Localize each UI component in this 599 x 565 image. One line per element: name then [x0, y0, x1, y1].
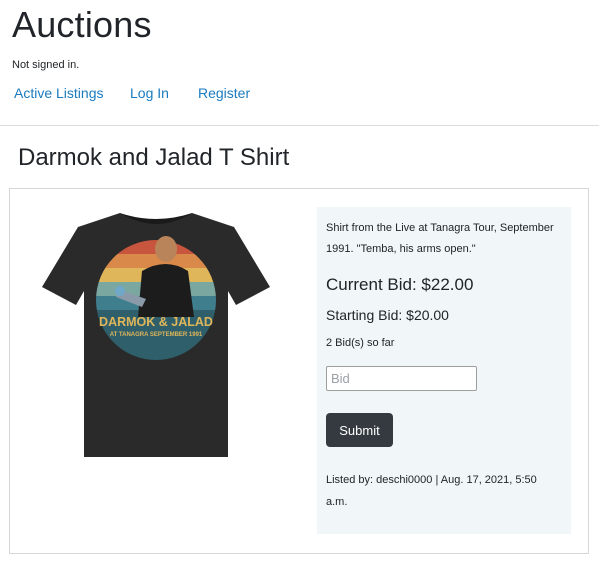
bid-count: 2 Bid(s) so far [326, 337, 395, 349]
bid-panel: Shirt from the Live at Tanagra Tour, Sep… [317, 207, 571, 534]
listing-title: Darmok and Jalad T Shirt [18, 144, 290, 171]
graphic-title: DARMOK & JALAD [99, 315, 213, 329]
bid-input[interactable] [326, 366, 477, 391]
current-bid: Current Bid: $22.00 [326, 275, 474, 294]
submit-bid-button[interactable]: Submit [326, 413, 393, 447]
graphic-subtitle: AT TANAGRA SEPTEMBER 1991 [110, 332, 203, 338]
signin-status: Not signed in. [12, 59, 80, 71]
listing-card: DARMOK & JALAD AT TANAGRA SEPTEMBER 1991… [9, 188, 589, 554]
nav-log-in-link[interactable]: Log In [130, 85, 169, 101]
listing-description: Shirt from the Live at Tanagra Tour, Sep… [326, 222, 554, 255]
nav-register-link[interactable]: Register [198, 85, 250, 101]
nav-active-listings-link[interactable]: Active Listings [14, 85, 103, 101]
starting-bid: Starting Bid: $20.00 [326, 307, 449, 323]
listing-image: DARMOK & JALAD AT TANAGRA SEPTEMBER 1991 [42, 213, 270, 457]
header-divider [0, 125, 599, 126]
site-title: Auctions [12, 4, 152, 45]
listed-by: Listed by: deschi0000 | Aug. 17, 2021, 5… [326, 474, 537, 508]
